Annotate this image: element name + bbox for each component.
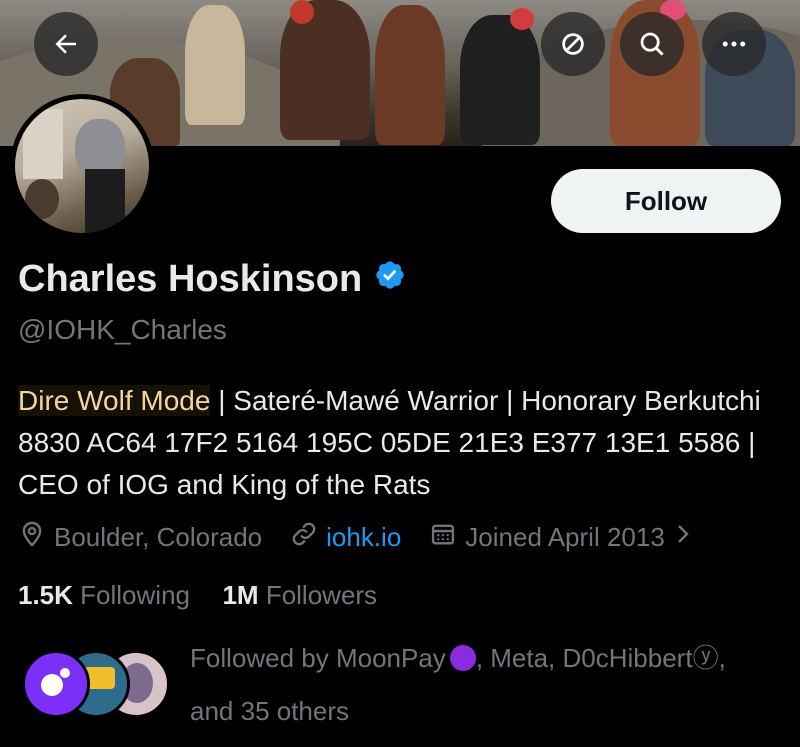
profile-bio: Dire Wolf Mode | Sateré-Mawé Warrior | H…	[18, 380, 788, 506]
website-item[interactable]: iohk.io	[290, 520, 401, 555]
website-link[interactable]: iohk.io	[326, 522, 401, 553]
joined-text: Joined April 2013	[465, 522, 665, 552]
link-icon	[290, 520, 326, 555]
following-label: Following	[80, 580, 190, 610]
location-item: Boulder, Colorado	[18, 520, 262, 555]
followers-label: Followers	[265, 580, 378, 610]
mute-toggle-button[interactable]	[541, 12, 605, 76]
followers-count: 1M	[222, 580, 259, 610]
followed-by-symbol: ⓨ	[692, 643, 719, 673]
location-text: Boulder, Colorado	[54, 522, 263, 552]
verified-badge-icon[interactable]	[374, 258, 406, 301]
more-icon	[719, 29, 749, 59]
followed-by-others: and 35 others	[190, 696, 350, 726]
following-count: 1.5K	[18, 580, 73, 610]
purple-circle-icon	[449, 645, 476, 671]
back-button[interactable]	[34, 12, 98, 76]
profile-meta-row: Boulder, Colorado iohk.io Joined April 2…	[18, 520, 729, 555]
moonpay-avatar	[22, 650, 90, 718]
calendar-icon	[429, 520, 465, 555]
arrow-left-icon	[51, 29, 81, 59]
followed-by-prefix: Followed by MoonPay	[190, 643, 446, 673]
followed-by-tail: ,	[718, 643, 726, 673]
display-name-row: Charles Hoskinson	[18, 258, 406, 301]
moonpay-logo-icon	[36, 662, 76, 707]
user-handle: @IOHK_Charles	[18, 314, 227, 345]
location-pin-icon	[18, 520, 54, 555]
follow-stats: 1.5K Following 1M Followers	[18, 580, 377, 611]
profile-avatar[interactable]	[10, 94, 154, 238]
bio-highlight: Dire Wolf Mode	[18, 385, 211, 416]
followed-by-text[interactable]: Followed by MoonPay, Meta, D0cHibbertⓨ, …	[190, 632, 790, 738]
search-icon	[637, 29, 667, 59]
more-options-button[interactable]	[702, 12, 766, 76]
search-button[interactable]	[620, 12, 684, 76]
display-name: Charles Hoskinson	[18, 258, 363, 300]
joined-item[interactable]: Joined April 2013	[429, 520, 700, 555]
followed-by-middle: , Meta, D0cHibbert	[475, 643, 693, 673]
following-stat[interactable]: 1.5K Following	[18, 580, 190, 610]
followers-stat[interactable]: 1M Followers	[222, 580, 377, 610]
no-sign-icon	[558, 29, 588, 59]
follow-button[interactable]: Follow	[551, 169, 781, 233]
chevron-right-icon	[673, 522, 701, 553]
